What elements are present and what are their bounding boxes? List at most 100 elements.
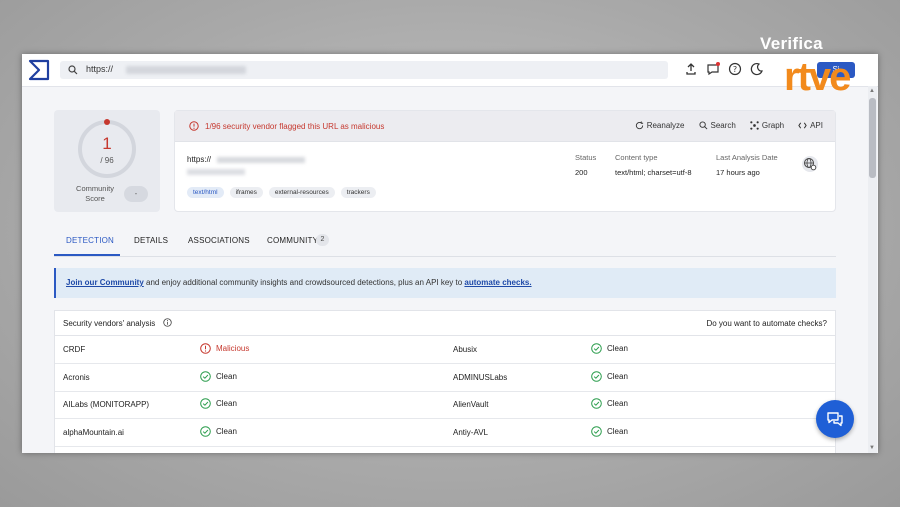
rtve-logo: rtve	[784, 55, 851, 99]
page-scrollbar[interactable]: ▲ ▼	[868, 86, 877, 453]
vendor-name: AILabs (MONITORAPP)	[63, 400, 150, 409]
scroll-down-arrow-icon[interactable]: ▼	[869, 445, 875, 451]
vendor-result: Malicious	[200, 343, 249, 354]
search-icon	[698, 121, 707, 130]
tab-bar: DETECTION DETAILS ASSOCIATIONS COMMUNITY…	[54, 230, 836, 257]
result-label: Clean	[607, 344, 628, 353]
vendor-result: Clean	[591, 371, 628, 382]
table-row: Acronis Clean ADMINUSLabs Clean	[55, 364, 835, 392]
automate-checks-question[interactable]: Do you want to automate checks?	[706, 319, 827, 328]
scroll-thumb[interactable]	[869, 98, 876, 178]
last-analysis-value: 17 hours ago	[716, 168, 760, 177]
vendor-result: Clean	[591, 426, 628, 437]
url-summary-card: 1/96 security vendor flagged this URL as…	[174, 110, 836, 212]
reanalyze-icon	[635, 121, 643, 130]
active-tab-indicator	[54, 254, 120, 256]
content-type-field: Content type text/html; charset=utf-8	[615, 153, 692, 177]
detections-total: / 96	[100, 156, 114, 165]
api-label: API	[810, 121, 823, 130]
detections-count: 1	[102, 134, 112, 153]
vendor-name: AlienVault	[453, 400, 489, 409]
alert-row: 1/96 security vendor flagged this URL as…	[175, 111, 835, 142]
status-value: 200	[575, 168, 588, 177]
tab-details[interactable]: DETAILS	[134, 236, 168, 245]
search-url-prefix: https://	[86, 64, 114, 74]
tag-trackers[interactable]: trackers	[340, 187, 376, 198]
table-row: alphaMountain.ai Clean Antiy-AVL Clean	[55, 419, 835, 447]
banner-middle-text: and enjoy additional community insights …	[143, 278, 465, 287]
upload-icon[interactable]	[684, 62, 698, 76]
result-label: Clean	[216, 427, 237, 436]
vendor-result: Clean	[200, 371, 237, 382]
chat-button[interactable]	[816, 400, 854, 438]
tab-associations[interactable]: ASSOCIATIONS	[188, 236, 250, 245]
malicious-icon	[200, 343, 211, 354]
blurred-url-line-1	[217, 157, 305, 163]
search-icon	[68, 65, 78, 75]
help-icon[interactable]: ?	[728, 62, 742, 76]
vendor-result: Clean	[591, 343, 628, 354]
result-label: Clean	[607, 399, 628, 408]
info-icon[interactable]	[163, 318, 172, 327]
clean-check-icon	[591, 426, 602, 437]
verifica-watermark: Verifica	[760, 34, 823, 53]
graph-icon	[750, 121, 759, 130]
search-label: Search	[710, 121, 736, 130]
vendors-header: Security vendors' analysis Do you want t…	[55, 311, 835, 336]
browser-frame: https:// ? Si 1 / 96 Community Score - 1…	[22, 54, 878, 453]
blurred-url-line-2	[187, 169, 245, 175]
table-row: AILabs (MONITORAPP) Clean AlienVault Cle…	[55, 391, 835, 419]
summary-actions: Reanalyze Search Graph API	[635, 121, 823, 130]
dark-mode-icon[interactable]	[750, 62, 764, 76]
search-button[interactable]: Search	[698, 121, 736, 130]
alert-icon	[189, 121, 199, 131]
svg-text:?: ?	[733, 65, 737, 74]
tab-detection[interactable]: DETECTION	[66, 236, 114, 245]
status-label: Status	[575, 153, 597, 162]
search-input[interactable]: https://	[60, 61, 668, 79]
vendor-result: Clean	[200, 398, 237, 409]
last-analysis-label: Last Analysis Date	[716, 153, 778, 162]
community-banner: Join our Community and enjoy additional …	[54, 268, 836, 298]
toolbar-icons: ?	[684, 62, 764, 76]
result-label: Clean	[607, 372, 628, 381]
community-count-badge: 2	[316, 234, 329, 246]
notifications-icon[interactable]	[706, 62, 720, 76]
result-label: Clean	[216, 372, 237, 381]
scroll-up-arrow-icon[interactable]: ▲	[869, 88, 875, 94]
status-field: Status 200	[575, 153, 596, 177]
api-button[interactable]: API	[798, 121, 823, 130]
globe-icon[interactable]	[801, 155, 819, 173]
banner-text: Join our Community and enjoy additional …	[66, 278, 532, 287]
reanalyze-button[interactable]: Reanalyze	[635, 121, 685, 130]
virustotal-logo-icon[interactable]	[28, 59, 50, 81]
tag-external-resources[interactable]: external-resources	[268, 187, 335, 198]
vendor-name: alphaMountain.ai	[63, 428, 124, 437]
tag-list: text/html iframes external-resources tra…	[187, 187, 376, 198]
result-label: Clean	[607, 427, 628, 436]
community-score-value: -	[124, 186, 148, 202]
top-bar: https:// ? Si	[22, 54, 878, 87]
graph-button[interactable]: Graph	[750, 121, 784, 130]
chat-icon	[827, 412, 843, 427]
clean-check-icon	[591, 371, 602, 382]
vendor-name: Antiy-AVL	[453, 428, 488, 437]
scanned-url-prefix: https://	[187, 155, 212, 164]
result-label: Clean	[216, 399, 237, 408]
table-row: CRDF Malicious Abusix Clean	[55, 336, 835, 364]
alert-text: 1/96 security vendor flagged this URL as…	[205, 122, 385, 131]
reanalyze-label: Reanalyze	[646, 121, 685, 130]
content-type-label: Content type	[615, 153, 658, 162]
community-score-label: Community Score	[76, 184, 114, 203]
blurred-url	[126, 66, 246, 74]
tag-iframes[interactable]: iframes	[229, 187, 263, 198]
tag-text-html[interactable]: text/html	[187, 187, 224, 198]
clean-check-icon	[591, 398, 602, 409]
automate-checks-link[interactable]: automate checks.	[464, 278, 531, 287]
clean-check-icon	[200, 398, 211, 409]
detection-score-card: 1 / 96 Community Score -	[54, 110, 160, 212]
join-community-link[interactable]: Join our Community	[66, 278, 144, 287]
tab-community[interactable]: COMMUNITY	[267, 236, 318, 245]
clean-check-icon	[200, 426, 211, 437]
vendor-name: Acronis	[63, 373, 90, 382]
